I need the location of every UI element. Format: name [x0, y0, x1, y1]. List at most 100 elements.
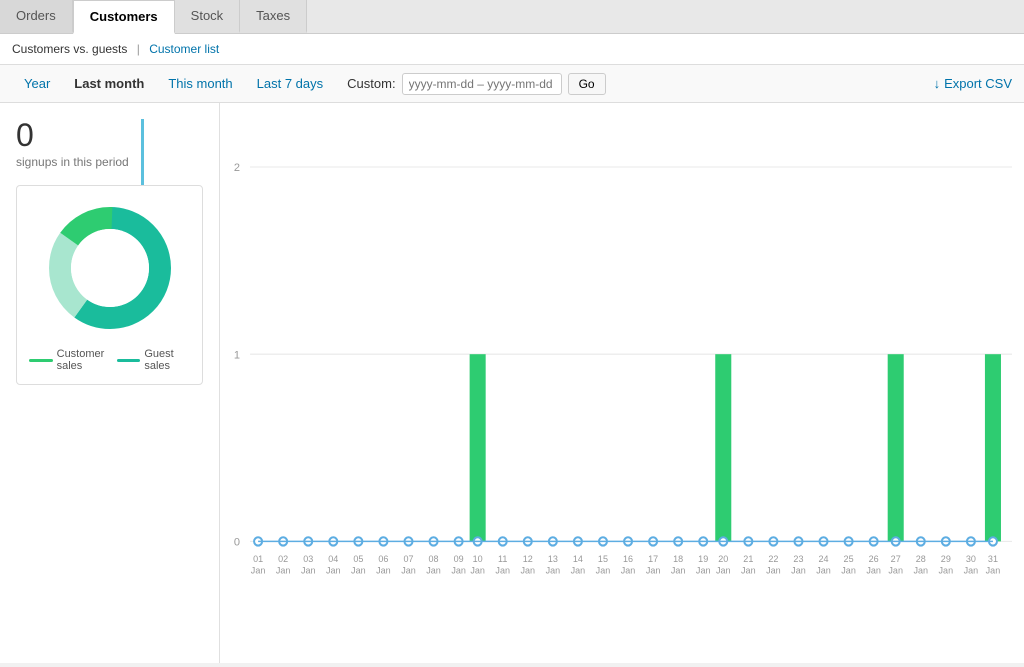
svg-text:Jan: Jan: [939, 565, 954, 575]
tab-taxes[interactable]: Taxes: [240, 0, 307, 33]
svg-text:Jan: Jan: [301, 565, 316, 575]
svg-text:Jan: Jan: [964, 565, 979, 575]
donut-chart-container: Customer sales Guest sales: [16, 185, 203, 385]
svg-text:18: 18: [673, 554, 683, 564]
svg-text:04: 04: [328, 554, 338, 564]
svg-text:13: 13: [548, 554, 558, 564]
svg-text:27: 27: [891, 554, 901, 564]
svg-text:2: 2: [234, 162, 240, 174]
period-tabs-bar: Year Last month This month Last 7 days C…: [0, 65, 1024, 103]
svg-text:16: 16: [623, 554, 633, 564]
svg-text:24: 24: [819, 554, 829, 564]
guest-sales-color: [117, 359, 141, 362]
customer-list-link[interactable]: Customer list: [149, 42, 219, 56]
breadcrumb: Customers vs. guests | Customer list: [0, 34, 1024, 65]
download-icon: ↓: [934, 76, 941, 91]
custom-range-input[interactable]: [402, 73, 562, 95]
svg-text:Jan: Jan: [986, 565, 1001, 575]
main-content: 0 signups in this period Cust: [0, 103, 1024, 663]
svg-text:Jan: Jan: [671, 565, 686, 575]
svg-text:Jan: Jan: [546, 565, 561, 575]
svg-text:23: 23: [793, 554, 803, 564]
svg-text:Jan: Jan: [351, 565, 366, 575]
tab-last-month[interactable]: Last month: [62, 71, 156, 96]
export-csv-button[interactable]: ↓ Export CSV: [934, 76, 1012, 91]
tab-year[interactable]: Year: [12, 71, 62, 96]
svg-text:28: 28: [916, 554, 926, 564]
go-button[interactable]: Go: [568, 73, 606, 95]
tab-last-7-days[interactable]: Last 7 days: [245, 71, 336, 96]
signups-count: 0: [16, 119, 129, 151]
signups-label: signups in this period: [16, 155, 129, 169]
svg-text:25: 25: [844, 554, 854, 564]
svg-text:Jan: Jan: [495, 565, 510, 575]
svg-text:26: 26: [869, 554, 879, 564]
export-label: Export CSV: [944, 76, 1012, 91]
customer-sales-label: Customer sales: [57, 348, 117, 372]
svg-text:1: 1: [234, 349, 240, 361]
tab-this-month[interactable]: This month: [156, 71, 244, 96]
svg-text:Jan: Jan: [276, 565, 291, 575]
breadcrumb-main: Customers vs. guests: [12, 42, 127, 56]
svg-text:Jan: Jan: [251, 565, 266, 575]
svg-text:31: 31: [988, 554, 998, 564]
top-nav: Orders Customers Stock Taxes: [0, 0, 1024, 34]
svg-text:30: 30: [966, 554, 976, 564]
svg-text:15: 15: [598, 554, 608, 564]
svg-text:Jan: Jan: [816, 565, 831, 575]
legend-customer-sales: Customer sales: [29, 348, 117, 372]
custom-range-label: Custom:: [347, 76, 395, 91]
svg-text:07: 07: [403, 554, 413, 564]
svg-text:Jan: Jan: [451, 565, 466, 575]
legend-guest-sales: Guest sales: [117, 348, 190, 372]
svg-text:Jan: Jan: [596, 565, 611, 575]
svg-text:05: 05: [353, 554, 363, 564]
chart-panel: 2 1 0: [220, 103, 1024, 663]
svg-text:Jan: Jan: [716, 565, 731, 575]
breadcrumb-sep: |: [137, 42, 140, 56]
chart-area: 2 1 0: [220, 115, 1012, 635]
svg-text:03: 03: [303, 554, 313, 564]
tab-orders[interactable]: Orders: [0, 0, 73, 33]
svg-text:Jan: Jan: [841, 565, 856, 575]
svg-text:17: 17: [648, 554, 658, 564]
customer-sales-color: [29, 359, 53, 362]
svg-text:Jan: Jan: [470, 565, 485, 575]
svg-text:0: 0: [234, 536, 240, 548]
svg-text:20: 20: [718, 554, 728, 564]
svg-text:Jan: Jan: [571, 565, 586, 575]
svg-text:Jan: Jan: [866, 565, 881, 575]
svg-text:01: 01: [253, 554, 263, 564]
svg-text:12: 12: [523, 554, 533, 564]
svg-text:Jan: Jan: [766, 565, 781, 575]
svg-text:11: 11: [498, 554, 507, 564]
chart-legend: Customer sales Guest sales: [29, 348, 190, 372]
svg-text:Jan: Jan: [521, 565, 536, 575]
svg-text:19: 19: [698, 554, 708, 564]
svg-text:Jan: Jan: [426, 565, 441, 575]
svg-text:Jan: Jan: [376, 565, 391, 575]
svg-text:22: 22: [768, 554, 778, 564]
svg-text:Jan: Jan: [791, 565, 806, 575]
svg-text:Jan: Jan: [621, 565, 636, 575]
svg-text:Jan: Jan: [646, 565, 661, 575]
svg-text:Jan: Jan: [326, 565, 341, 575]
tab-stock[interactable]: Stock: [175, 0, 241, 33]
svg-text:09: 09: [454, 554, 464, 564]
svg-text:Jan: Jan: [913, 565, 928, 575]
custom-range: Custom: Go: [347, 73, 605, 95]
left-panel: 0 signups in this period Cust: [0, 103, 220, 663]
svg-text:14: 14: [573, 554, 583, 564]
svg-text:08: 08: [429, 554, 439, 564]
tab-customers[interactable]: Customers: [73, 0, 175, 34]
svg-text:29: 29: [941, 554, 951, 564]
svg-text:06: 06: [378, 554, 388, 564]
svg-text:Jan: Jan: [888, 565, 903, 575]
svg-text:02: 02: [278, 554, 288, 564]
bar-10-jan: [470, 354, 486, 541]
bar-20-jan: [715, 354, 731, 541]
bar-chart: 2 1 0: [220, 115, 1012, 635]
svg-text:21: 21: [743, 554, 753, 564]
bar-27-jan: [888, 354, 904, 541]
svg-text:10: 10: [473, 554, 483, 564]
